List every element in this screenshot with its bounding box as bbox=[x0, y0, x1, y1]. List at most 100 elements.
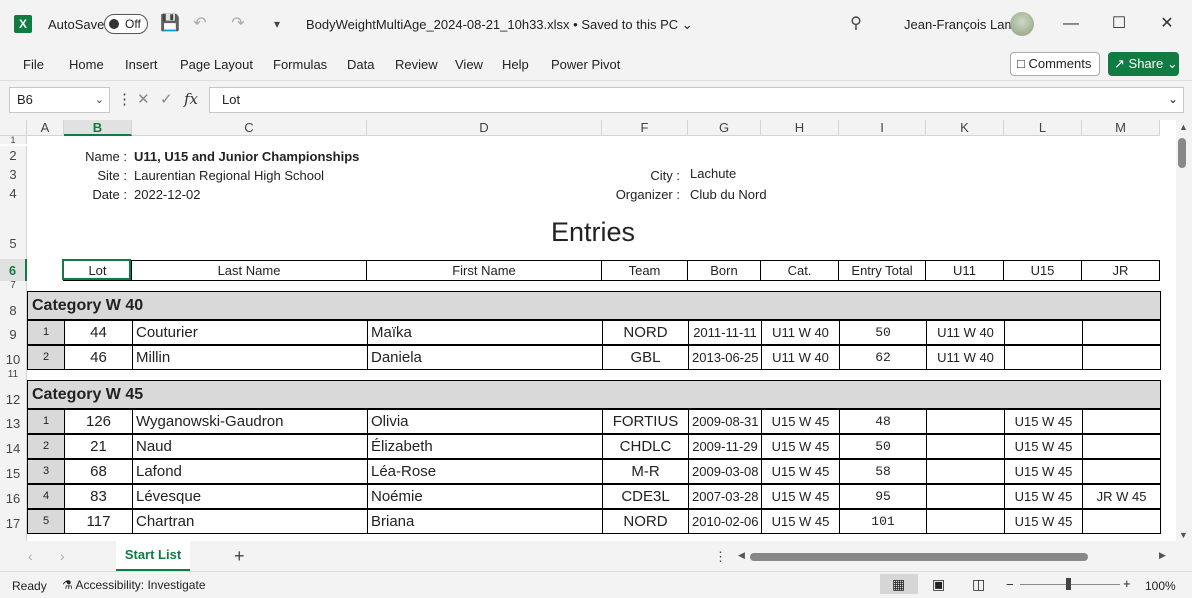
menu-home[interactable]: Home bbox=[69, 57, 104, 72]
cell-last[interactable]: Wyganowski-Gaudron bbox=[132, 409, 368, 434]
col-header-l[interactable]: L bbox=[1004, 120, 1082, 136]
name-value[interactable]: U11, U15 and Junior Championships bbox=[134, 149, 359, 164]
prev-sheet-icon[interactable]: ‹ bbox=[28, 548, 33, 564]
table-header-cell[interactable]: Team bbox=[601, 260, 688, 281]
row-header-11[interactable]: 11 bbox=[0, 370, 27, 379]
row-header-2[interactable]: 2 bbox=[0, 146, 27, 165]
next-sheet-icon[interactable]: › bbox=[60, 548, 65, 564]
table-header-cell[interactable]: Last Name bbox=[131, 260, 367, 281]
table-header-cell[interactable]: First Name bbox=[366, 260, 602, 281]
sheet-tab-start-list[interactable]: Start List bbox=[116, 541, 190, 571]
avatar[interactable] bbox=[1010, 12, 1034, 36]
page-break-view-icon[interactable]: ◫ bbox=[972, 576, 985, 593]
cell-first[interactable]: Daniela bbox=[367, 345, 603, 370]
menu-data[interactable]: Data bbox=[347, 57, 374, 72]
row-header-8[interactable]: 8 bbox=[0, 290, 27, 320]
name-box[interactable]: B6 ⌄ bbox=[9, 87, 110, 113]
zoom-level[interactable]: 100% bbox=[1145, 579, 1176, 593]
table-header-cell[interactable]: JR bbox=[1081, 260, 1160, 281]
cell-team[interactable]: CHDLC bbox=[602, 434, 689, 459]
cell-lot[interactable]: 44 bbox=[64, 320, 133, 345]
cell-u11[interactable] bbox=[926, 484, 1005, 509]
col-header-i[interactable]: I bbox=[839, 120, 926, 136]
city-value[interactable]: Lachute bbox=[690, 166, 736, 181]
table-header-cell[interactable]: Cat. bbox=[760, 260, 839, 281]
menu-help[interactable]: Help bbox=[502, 57, 529, 72]
cell-lot[interactable]: 68 bbox=[64, 459, 133, 484]
cell-total[interactable]: 48 bbox=[839, 409, 927, 434]
file-title[interactable]: BodyWeightMultiAge_2024-08-21_10h33.xlsx… bbox=[306, 17, 693, 33]
formula-input[interactable]: Lot bbox=[209, 87, 1184, 113]
close-icon[interactable]: ✕ bbox=[1155, 12, 1179, 36]
cell-lot[interactable]: 126 bbox=[64, 409, 133, 434]
cell-last[interactable]: Lévesque bbox=[132, 484, 368, 509]
cell-u15[interactable]: U15 W 45 bbox=[1004, 509, 1083, 534]
cell-cat[interactable]: U15 W 45 bbox=[761, 509, 840, 534]
add-sheet-icon[interactable]: + bbox=[234, 546, 245, 567]
cell-first[interactable]: Léa-Rose bbox=[367, 459, 603, 484]
cell-u11[interactable]: U11 W 40 bbox=[926, 320, 1005, 345]
cell-team[interactable]: CDE3L bbox=[602, 484, 689, 509]
col-header-h[interactable]: H bbox=[761, 120, 839, 136]
cell-u11[interactable] bbox=[926, 459, 1005, 484]
cell-first[interactable]: Olivia bbox=[367, 409, 603, 434]
cell-born[interactable]: 2011-11-11 bbox=[688, 320, 762, 345]
row-number[interactable]: 1 bbox=[27, 409, 65, 434]
cell-first[interactable]: Élizabeth bbox=[367, 434, 603, 459]
cell-team[interactable]: GBL bbox=[602, 345, 689, 370]
vertical-scrollbar[interactable] bbox=[1176, 120, 1192, 541]
accessibility-button[interactable]: ⚗ Accessibility: Investigate bbox=[62, 578, 206, 592]
cell-lot[interactable]: 46 bbox=[64, 345, 133, 370]
col-header-k[interactable]: K bbox=[926, 120, 1004, 136]
row-header-3[interactable]: 3 bbox=[0, 165, 27, 184]
col-header-b[interactable]: B bbox=[64, 120, 132, 136]
page-layout-view-icon[interactable]: ▣ bbox=[932, 576, 945, 593]
cell-total[interactable]: 95 bbox=[839, 484, 927, 509]
sheet-title[interactable]: Entries bbox=[551, 217, 635, 248]
cell-team[interactable]: NORD bbox=[602, 509, 689, 534]
col-header-g[interactable]: G bbox=[688, 120, 761, 136]
cell-u15[interactable] bbox=[1004, 320, 1083, 345]
cell-born[interactable]: 2009-08-31 bbox=[688, 409, 762, 434]
scroll-down-icon[interactable]: ▼ bbox=[1179, 530, 1188, 540]
cell-cat[interactable]: U11 W 40 bbox=[761, 345, 840, 370]
cell-born[interactable]: 2010-02-06 bbox=[688, 509, 762, 534]
customize-toolbar-icon[interactable]: ▾ bbox=[267, 14, 287, 34]
row-number[interactable]: 1 bbox=[27, 320, 65, 345]
cell-born[interactable]: 2009-11-29 bbox=[688, 434, 762, 459]
menu-insert[interactable]: Insert bbox=[125, 57, 158, 72]
row-number[interactable]: 3 bbox=[27, 459, 65, 484]
date-value[interactable]: 2022-12-02 bbox=[134, 187, 201, 202]
horizontal-scroll-thumb[interactable] bbox=[750, 553, 1088, 561]
scroll-left-icon[interactable]: ◀ bbox=[738, 550, 745, 561]
cell-u11[interactable] bbox=[926, 434, 1005, 459]
cell-jr[interactable] bbox=[1082, 459, 1161, 484]
row-header-6[interactable]: 6 bbox=[0, 259, 27, 281]
cell-lot[interactable]: 83 bbox=[64, 484, 133, 509]
row-header-17[interactable]: 17 bbox=[0, 509, 27, 534]
worksheet-grid[interactable]: A B C D F G H I K L M 1 2 3 4 5 6 7 8 9 … bbox=[0, 120, 1176, 541]
insert-function-icon[interactable]: fx bbox=[184, 90, 198, 108]
cell-total[interactable]: 50 bbox=[839, 434, 927, 459]
undo-icon[interactable]: ↶ bbox=[190, 14, 210, 34]
cell-born[interactable]: 2007-03-28 bbox=[688, 484, 762, 509]
row-number[interactable]: 2 bbox=[27, 345, 65, 370]
scroll-right-icon[interactable]: ▶ bbox=[1159, 550, 1166, 561]
menu-review[interactable]: Review bbox=[395, 57, 438, 72]
cell-jr[interactable] bbox=[1082, 434, 1161, 459]
cell-u15[interactable]: U15 W 45 bbox=[1004, 484, 1083, 509]
cell-u15[interactable] bbox=[1004, 345, 1083, 370]
category-header[interactable]: Category W 40 bbox=[27, 291, 1161, 320]
maximize-icon[interactable]: ☐ bbox=[1107, 12, 1131, 36]
cell-jr[interactable]: JR W 45 bbox=[1082, 484, 1161, 509]
menu-file[interactable]: File bbox=[23, 57, 44, 72]
cell-total[interactable]: 50 bbox=[839, 320, 927, 345]
row-header-18[interactable] bbox=[0, 534, 27, 541]
cell-cat[interactable]: U15 W 45 bbox=[761, 434, 840, 459]
cell-jr[interactable] bbox=[1082, 320, 1161, 345]
row-number[interactable]: 5 bbox=[27, 509, 65, 534]
zoom-slider-thumb[interactable] bbox=[1066, 578, 1071, 590]
row-header-10[interactable]: 10 bbox=[0, 345, 27, 370]
more-icon[interactable]: ⋮ bbox=[714, 549, 727, 565]
save-icon[interactable]: 💾 bbox=[160, 14, 180, 34]
